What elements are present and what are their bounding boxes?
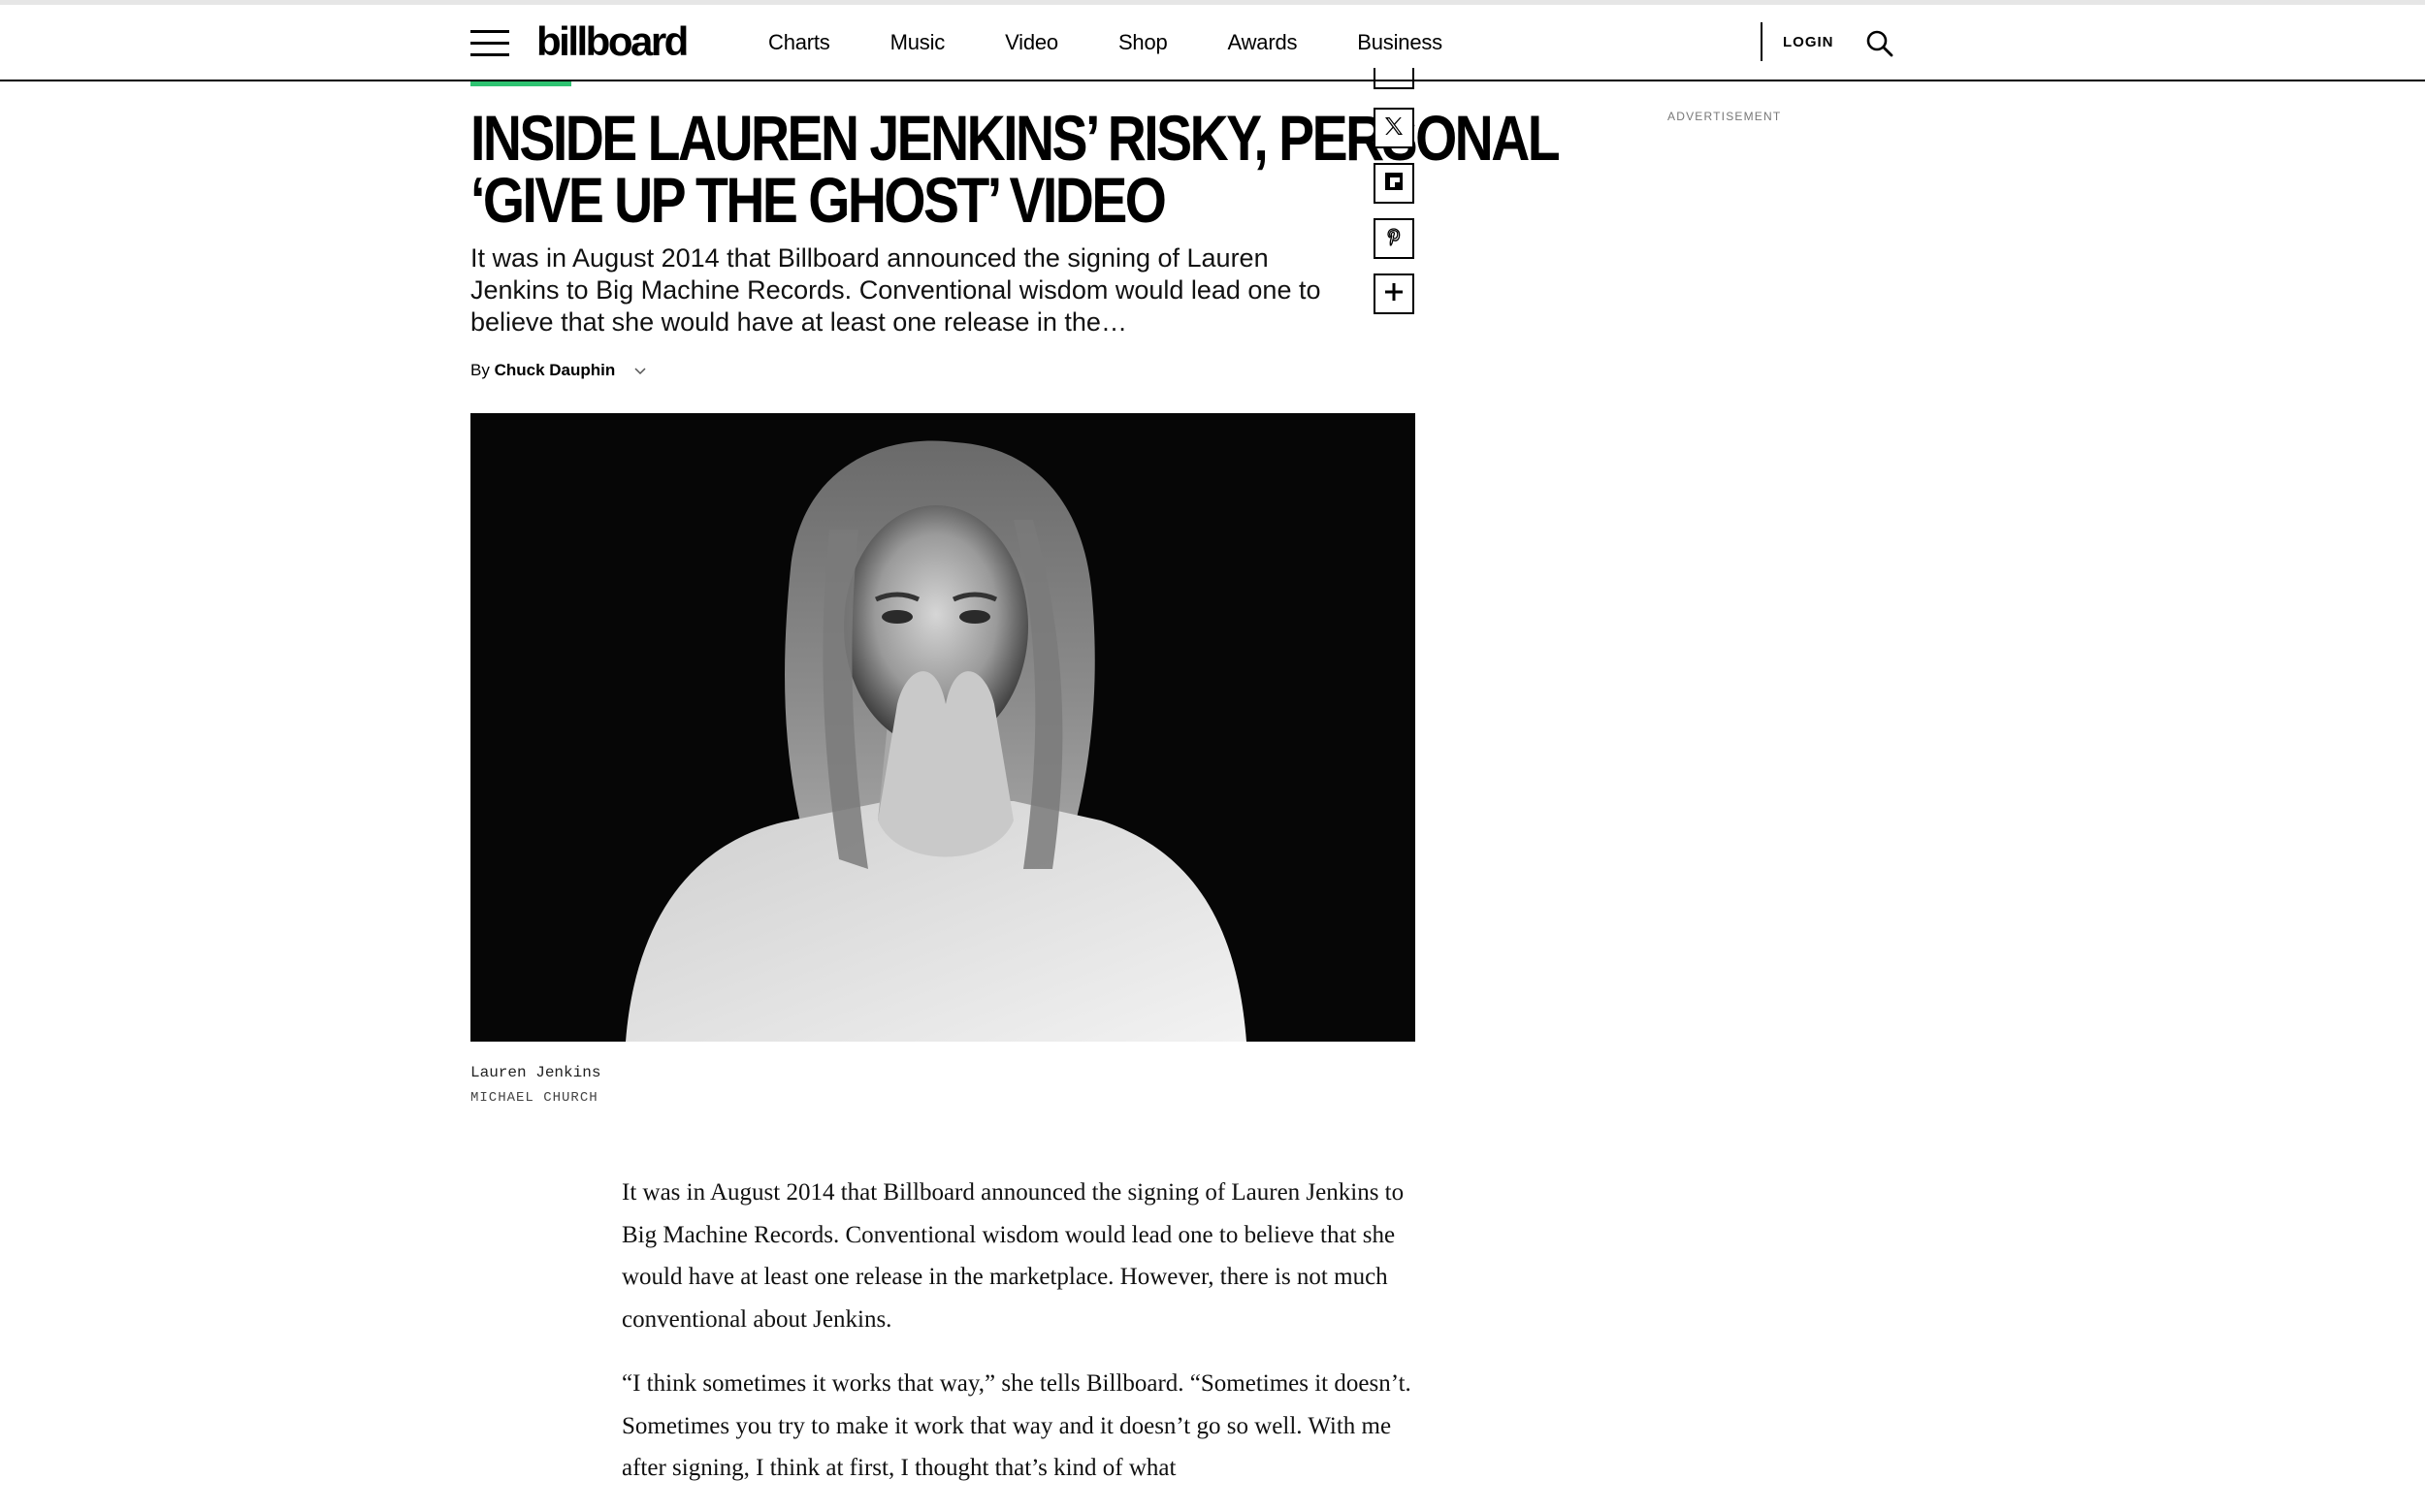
article-headline: INSIDE LAUREN JENKINS’ RISKY, PERSONAL ‘… [470,102,1561,236]
nav-charts[interactable]: Charts [768,30,830,55]
site-header: billboard Charts Music Video Shop Awards… [0,5,2425,81]
plus-icon [1382,280,1406,308]
x-icon [1382,114,1406,143]
body-paragraph: “I think sometimes it works that way,” s… [622,1370,1411,1481]
chevron-down-icon[interactable] [633,362,647,381]
image-credit: MICHAEL CHURCH [470,1090,598,1106]
pinterest-share-button[interactable] [1374,218,1414,259]
x-share-button[interactable] [1374,108,1414,148]
nav-awards[interactable]: Awards [1228,30,1298,55]
byline: By Chuck Dauphin [470,361,647,381]
byline-prefix: By [470,361,490,379]
author-link[interactable]: Chuck Dauphin [495,361,616,379]
portrait-photo [470,413,1415,1042]
login-button[interactable]: LOGIN [1783,34,1834,50]
category-accent-bar [470,81,571,86]
nav-shop[interactable]: Shop [1118,30,1168,55]
flipboard-share-button[interactable] [1374,163,1414,204]
advertisement-label: ADVERTISEMENT [1667,110,1782,123]
headline-line-1: INSIDE LAUREN JENKINS’ RISKY, PERSONAL [470,102,1561,174]
pinterest-icon [1383,226,1405,252]
headline-line-2: ‘GIVE UP THE GHOST’ VIDEO [470,164,1167,236]
header-divider [1761,22,1762,61]
flipboard-icon [1383,171,1405,197]
article-body: It was in August 2014 that Billboard ann… [622,1172,1417,1512]
nav-music[interactable]: Music [890,30,946,55]
menu-icon[interactable] [470,30,509,57]
image-caption: Lauren Jenkins [470,1064,601,1081]
billboard-logo[interactable]: billboard [536,18,689,65]
article-hero-image [470,413,1415,1042]
nav-business[interactable]: Business [1357,30,1442,55]
article-dek: It was in August 2014 that Billboard ann… [470,243,1321,337]
search-icon[interactable] [1864,28,1895,59]
body-paragraph: It was in August 2014 that Billboard ann… [622,1179,1405,1333]
main-nav: Charts Music Video Shop Awards Business [768,30,1503,55]
share-button-partial[interactable] [1374,68,1414,89]
more-share-button[interactable] [1374,273,1414,314]
nav-video[interactable]: Video [1005,30,1058,55]
